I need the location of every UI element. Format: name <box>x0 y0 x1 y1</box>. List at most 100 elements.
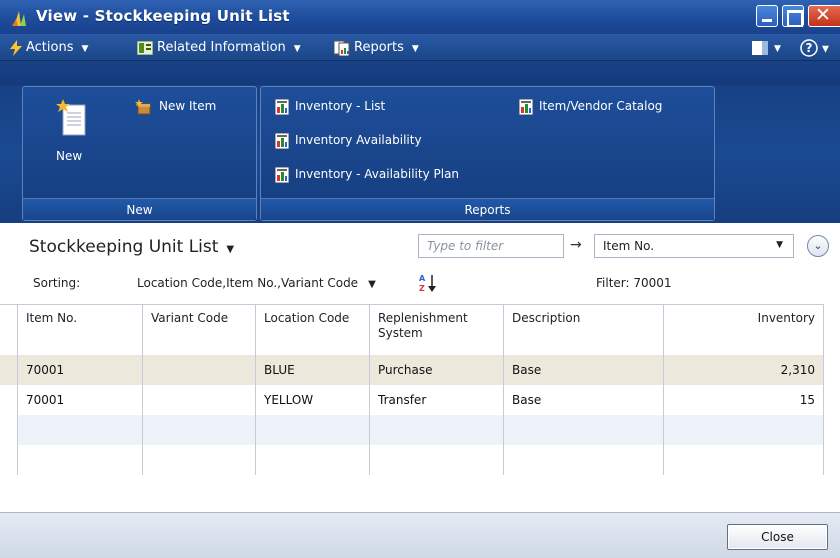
report-icon <box>275 98 289 115</box>
empty-cell <box>504 445 664 475</box>
new-item-button[interactable]: New Item <box>135 97 216 115</box>
command-bar: Actions ▼ Related Information ▼ Reports ▼ ▼… <box>0 34 840 85</box>
col-header-description[interactable]: Description <box>504 305 664 355</box>
row-indicator[interactable] <box>0 355 18 385</box>
empty-cell <box>664 415 824 445</box>
ribbon-group-reports: Inventory - List Inventory Availability … <box>260 86 715 221</box>
cell-location-code[interactable]: BLUE <box>256 355 370 385</box>
empty-cell <box>256 445 370 475</box>
filter-field-select[interactable]: Item No. ▼ <box>594 234 794 258</box>
svg-text:Z: Z <box>419 284 425 293</box>
report-label: Inventory - List <box>295 99 386 113</box>
help-icon: ? <box>800 39 818 57</box>
actions-menu[interactable]: Actions ▼ <box>10 39 88 57</box>
minimize-button[interactable] <box>756 5 778 27</box>
ribbon-group-new: New New Item New <box>22 86 257 221</box>
empty-cell <box>18 415 143 445</box>
report-inventory-availability[interactable]: Inventory Availability <box>275 131 422 149</box>
sorting-value: Location Code,Item No.,Variant Code <box>137 276 359 290</box>
chevron-down-icon: ▼ <box>368 279 376 290</box>
cell-item-no[interactable]: 70001 <box>18 385 143 415</box>
col-header-replenishment-system[interactable]: Replenishment System <box>370 305 504 355</box>
chevron-down-icon: ▼ <box>226 244 235 255</box>
report-inventory-list[interactable]: Inventory - List <box>275 97 385 115</box>
cell-description[interactable]: Base <box>504 385 664 415</box>
sorting-label: Sorting: <box>33 276 81 290</box>
sorting-select[interactable]: Location Code,Item No.,Variant Code ▼ <box>137 276 376 290</box>
new-document-icon <box>56 99 86 136</box>
new-label: New <box>56 149 83 163</box>
empty-cell <box>370 415 504 445</box>
cell-inventory[interactable]: 2,310 <box>664 355 824 385</box>
chevron-down-icon: ▼ <box>822 44 829 55</box>
reports-icon <box>334 40 350 56</box>
close-button[interactable]: Close <box>727 524 828 550</box>
maximize-button[interactable] <box>782 5 804 27</box>
filter-input[interactable]: Type to filter <box>418 234 564 258</box>
related-information-label: Related Information <box>157 40 286 55</box>
close-window-button[interactable]: ✕ <box>808 4 840 27</box>
row-indicator <box>0 445 18 475</box>
related-information-menu[interactable]: Related Information ▼ <box>137 39 301 57</box>
chevron-down-circle-icon: ⌄ <box>813 239 823 252</box>
list-title[interactable]: Stockkeeping Unit List ▼ <box>29 237 234 257</box>
footer-bar: Close <box>0 512 840 558</box>
cell-inventory[interactable]: 15 <box>664 385 824 415</box>
empty-cell <box>256 415 370 445</box>
report-inventory-availability-plan[interactable]: Inventory - Availability Plan <box>275 165 459 183</box>
lightning-icon <box>10 39 22 56</box>
empty-row <box>18 415 824 445</box>
report-icon <box>519 98 533 115</box>
app-logo-icon <box>12 11 26 26</box>
col-header-variant-code[interactable]: Variant Code <box>143 305 256 355</box>
ribbon: New New Item New Inventory - List Invent… <box>0 85 840 223</box>
cell-variant-code[interactable] <box>143 355 256 385</box>
chevron-down-icon: ▼ <box>776 240 783 250</box>
col-header-inventory[interactable]: Inventory <box>664 305 824 355</box>
row-indicator[interactable] <box>0 385 18 415</box>
chevron-down-icon: ▼ <box>81 44 89 54</box>
col-header-location-code[interactable]: Location Code <box>256 305 370 355</box>
help-menu[interactable]: ? ▼ <box>800 39 829 57</box>
table-row[interactable]: 70001 YELLOW Transfer Base 15 <box>18 385 824 415</box>
sku-table: Item No. Variant Code Location Code Repl… <box>18 304 824 477</box>
reports-label: Reports <box>354 40 404 55</box>
sort-ascending-icon[interactable]: A Z <box>418 273 440 293</box>
related-information-icon <box>137 40 153 55</box>
cell-replenishment-system[interactable]: Transfer <box>370 385 504 415</box>
reports-menu[interactable]: Reports ▼ <box>334 39 419 57</box>
col-header-item-no[interactable]: Item No. <box>18 305 143 355</box>
list-page: Stockkeeping Unit List ▼ Type to filter →… <box>0 223 840 558</box>
list-title-text: Stockkeeping Unit List <box>29 237 219 257</box>
report-label: Inventory Availability <box>295 133 422 147</box>
svg-text:A: A <box>419 274 426 283</box>
chevron-down-icon: ▼ <box>774 44 781 54</box>
ribbon-group-caption-reports: Reports <box>261 198 714 220</box>
report-label: Inventory - Availability Plan <box>295 167 460 181</box>
command-row: Actions ▼ Related Information ▼ Reports ▼ ▼… <box>0 34 840 61</box>
filter-summary: Filter: 70001 <box>596 276 672 290</box>
layout-menu[interactable]: ▼ <box>752 39 781 57</box>
table-row[interactable]: 70001 BLUE Purchase Base 2,310 <box>18 355 824 385</box>
cell-replenishment-system[interactable]: Purchase <box>370 355 504 385</box>
cell-description[interactable]: Base <box>504 355 664 385</box>
cell-location-code[interactable]: YELLOW <box>256 385 370 415</box>
empty-cell <box>143 415 256 445</box>
new-item-icon <box>135 98 151 114</box>
report-item-vendor-catalog[interactable]: Item/Vendor Catalog <box>519 97 662 115</box>
cell-item-no[interactable]: 70001 <box>18 355 143 385</box>
row-indicator-column <box>0 304 18 477</box>
layout-icon <box>752 40 768 55</box>
new-item-label: New Item <box>159 99 217 113</box>
report-icon <box>275 166 289 183</box>
cell-variant-code[interactable] <box>143 385 256 415</box>
chevron-down-icon: ▼ <box>411 44 419 54</box>
empty-cell <box>143 445 256 475</box>
empty-cell <box>504 415 664 445</box>
empty-row <box>18 445 824 475</box>
window-title: View - Stockkeeping Unit List <box>36 7 290 25</box>
row-indicator <box>0 415 18 445</box>
row-indicator-header <box>0 305 18 355</box>
empty-cell <box>18 445 143 475</box>
expand-filter-button[interactable]: ⌄ <box>807 235 829 257</box>
